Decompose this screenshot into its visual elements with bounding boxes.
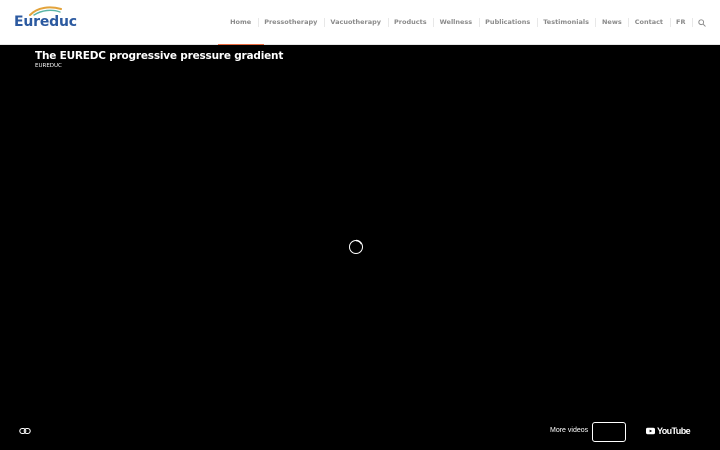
- loading-spinner-icon: [349, 239, 363, 254]
- main-nav: Home Pressotherapy Vacuotherapy Products…: [217, 0, 710, 46]
- logo-text: Eureduc: [14, 14, 77, 30]
- nav-item-testimonials[interactable]: Testimonials: [536, 0, 596, 45]
- youtube-logo-icon: [646, 427, 656, 435]
- nav-item-news[interactable]: News: [595, 0, 628, 45]
- nav-item-language-fr[interactable]: FR: [669, 0, 692, 45]
- video-channel-name[interactable]: EUREDUC: [35, 63, 62, 69]
- search-button[interactable]: [692, 0, 710, 45]
- site-header: Eureduc Home Pressotherapy Vacuotherapy …: [0, 0, 720, 46]
- nav-item-home[interactable]: Home: [217, 0, 264, 46]
- video-title[interactable]: The EUREDC progressive pressure gradient: [35, 50, 283, 62]
- nav-item-pressotherapy[interactable]: Pressotherapy: [257, 0, 324, 45]
- link-icon[interactable]: [19, 425, 31, 437]
- site-logo[interactable]: Eureduc: [14, 6, 77, 30]
- nav-item-vacuotherapy[interactable]: Vacuotherapy: [323, 0, 388, 45]
- youtube-wordmark: YouTube: [657, 426, 691, 436]
- more-videos-button[interactable]: [592, 422, 626, 442]
- search-icon: [698, 18, 706, 27]
- more-videos-label[interactable]: More videos: [550, 427, 588, 434]
- video-player[interactable]: The EUREDC progressive pressure gradient…: [0, 45, 720, 450]
- youtube-logo[interactable]: YouTube: [646, 426, 691, 436]
- nav-item-contact[interactable]: Contact: [628, 0, 669, 45]
- nav-item-wellness[interactable]: Wellness: [433, 0, 479, 45]
- nav-item-publications[interactable]: Publications: [478, 0, 537, 45]
- nav-item-products[interactable]: Products: [387, 0, 434, 45]
